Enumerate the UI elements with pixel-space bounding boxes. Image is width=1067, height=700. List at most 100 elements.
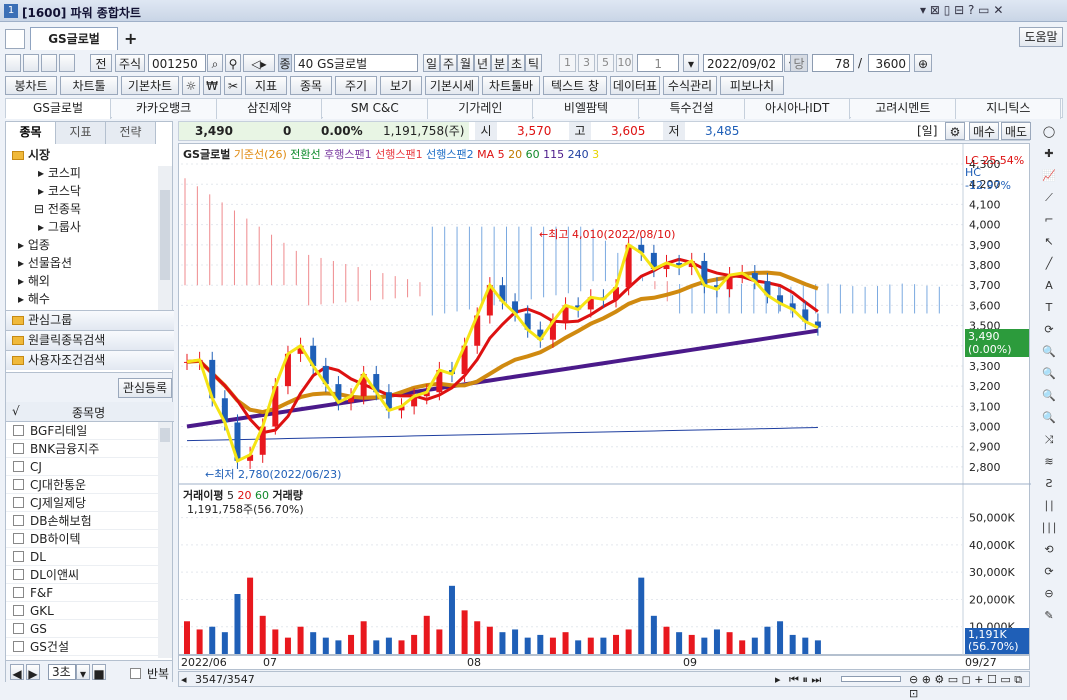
list-item[interactable]: F&F <box>6 584 158 602</box>
auto-icon[interactable]: A <box>1040 277 1058 295</box>
scroll-right-icon[interactable]: ▸ <box>775 673 781 686</box>
toolbar-item-3[interactable]: ☼ <box>182 76 200 95</box>
date-input[interactable]: 2022/09/02 <box>703 54 783 72</box>
cursor-icon[interactable]: ◯ <box>1040 123 1058 141</box>
scan-icon[interactable]: 🔍 <box>1040 409 1058 427</box>
tree-sector[interactable]: ▸ 업종 <box>18 236 50 254</box>
pen-icon[interactable]: ✎ <box>1040 607 1058 625</box>
stock-tab-2[interactable]: 삼진제약 <box>217 99 323 119</box>
period-week[interactable]: 주 <box>440 54 457 72</box>
toolbar-item-2[interactable]: 기본차트 <box>121 76 179 95</box>
checkbox[interactable] <box>13 479 24 490</box>
list-item[interactable]: DL이앤씨 <box>6 566 158 584</box>
tree-kosdaq[interactable]: ▸ 코스닥 <box>38 182 81 200</box>
buy-button[interactable]: 매수 <box>969 122 999 140</box>
stock-tab-1[interactable]: 카카오뱅크 <box>111 99 217 119</box>
repeat-checkbox[interactable]: 반복 <box>130 665 169 682</box>
tree-overseas[interactable]: ▸ 해외 <box>18 272 50 290</box>
sell-button[interactable]: 매도 <box>1001 122 1031 140</box>
stock-tab-8[interactable]: 고려시멘트 <box>850 99 956 119</box>
help-button[interactable]: 도움말 <box>1019 27 1063 47</box>
toolbar-item-6[interactable]: 지표 <box>245 76 287 95</box>
list-scrollbar[interactable] <box>158 422 172 658</box>
tree-all[interactable]: ⊟ 전종목 <box>34 200 81 218</box>
chart-panel[interactable]: 4,300 4,200 4,100 4,000 3,900 3,800 3,700 3,600… <box>178 143 1031 656</box>
period-year[interactable]: 년 <box>474 54 491 72</box>
group-user-search[interactable]: 사용자조건검색 <box>6 350 174 370</box>
stock-tab-5[interactable]: 비엘팜텍 <box>534 99 639 119</box>
jong-button[interactable]: 종 <box>278 54 292 72</box>
checkbox[interactable] <box>13 533 24 544</box>
list-item[interactable]: DB하이텍 <box>6 530 158 548</box>
mini-5[interactable]: 5 <box>597 54 614 72</box>
window-controls[interactable]: ▾ ⊠ ▯ ⊟ ? ▭ ✕ <box>920 3 1003 17</box>
tab-indicator[interactable]: 지표 <box>56 122 106 144</box>
tree-futures[interactable]: ▸ 선물옵션 <box>18 254 72 272</box>
mini-3[interactable]: 3 <box>578 54 595 72</box>
tree-scrollbar[interactable] <box>158 166 172 310</box>
next-button[interactable]: ▶ <box>26 664 40 681</box>
split-icon[interactable]: ⤨ <box>1040 431 1058 449</box>
zoom-out-icon[interactable]: ⊖ <box>1040 585 1058 603</box>
period-month[interactable]: 월 <box>457 54 474 72</box>
checkbox[interactable] <box>13 443 24 454</box>
count-input[interactable]: 78 <box>812 54 854 72</box>
prev-button[interactable]: ◀ <box>10 664 24 681</box>
unit-dropdown-icon[interactable]: ▾ <box>683 54 699 72</box>
list-item[interactable]: DB손해보험 <box>6 512 158 530</box>
stock-tab-4[interactable]: 기가레인 <box>428 99 534 119</box>
checkbox[interactable] <box>13 497 24 508</box>
tree-market[interactable]: 시장 <box>12 146 50 164</box>
list-item[interactable]: GKL <box>6 602 158 620</box>
toolbar-item-9[interactable]: 보기 <box>380 76 422 95</box>
search-zoom-icon[interactable]: 🔍 <box>1040 343 1058 361</box>
stock-tab-7[interactable]: 아시아나IDT <box>745 99 851 119</box>
checkbox[interactable] <box>130 668 141 679</box>
tree-group[interactable]: ▸ 그룹사 <box>38 218 81 236</box>
undo-icon[interactable]: ⟲ <box>1040 541 1058 559</box>
mini-1[interactable]: 1 <box>559 54 576 72</box>
mini-10[interactable]: 10 <box>616 54 633 72</box>
search-icon[interactable]: ⌕ <box>207 54 223 72</box>
bar-icon[interactable]: ∣∣ <box>1040 497 1058 515</box>
list-item[interactable]: BGF리테일 <box>6 422 158 440</box>
zoom-buttons[interactable]: ⊖ ⊕ ⚙ ▭ ◻ + ☐ ▭ ⧉ ⊡ <box>909 673 1029 700</box>
check-header[interactable]: √ <box>12 404 20 418</box>
rotate-icon[interactable]: ⟳ <box>1040 321 1058 339</box>
list-item[interactable]: GS건설 <box>6 638 158 656</box>
tab-menu-icon[interactable] <box>5 29 25 49</box>
analysis-icon[interactable]: 🔍 <box>1040 387 1058 405</box>
arrow-icon[interactable]: ↖ <box>1040 233 1058 251</box>
z-icon[interactable]: Ƨ <box>1040 475 1058 493</box>
toolbar-item-12[interactable]: 텍스트 창 <box>543 76 607 95</box>
list-item[interactable]: BNK금융지주 <box>6 440 158 458</box>
toolbar-item-1[interactable]: 차트툴 <box>60 76 118 95</box>
list-item[interactable]: GS <box>6 620 158 638</box>
stock-tab-0[interactable]: GS글로벌 <box>6 99 111 119</box>
checkbox[interactable] <box>13 515 24 526</box>
period-tick[interactable]: 틱 <box>525 54 542 72</box>
add-tab-button[interactable]: + <box>124 29 137 48</box>
checkbox[interactable] <box>13 641 24 652</box>
group-oneclick[interactable]: 원클릭종목검색 <box>6 330 174 350</box>
list-item[interactable]: CJ제일제당 <box>6 494 158 512</box>
period-minute[interactable]: 분 <box>491 54 508 72</box>
crosshair-icon[interactable]: ✚ <box>1040 145 1058 163</box>
angle-icon[interactable]: ⌐ <box>1040 211 1058 229</box>
speaker-icon[interactable]: ◁▸ <box>243 54 275 72</box>
wave-icon[interactable]: ≋ <box>1040 453 1058 471</box>
interval-select[interactable]: 3초 <box>48 664 76 680</box>
register-button[interactable]: 관심등록 <box>118 378 172 398</box>
toolbar-item-14[interactable]: 수식관리 <box>663 76 717 95</box>
zoom-slider[interactable] <box>841 676 901 682</box>
stop-button[interactable]: ■ <box>92 664 106 681</box>
checkbox[interactable] <box>13 569 24 580</box>
save-icon[interactable] <box>23 54 39 72</box>
tab-stock[interactable]: 종목 <box>6 122 56 144</box>
stock-tab-3[interactable]: SM C&C <box>322 99 428 119</box>
bars-icon[interactable]: ∣∣∣ <box>1040 519 1058 537</box>
checkbox[interactable] <box>13 551 24 562</box>
toolbar-item-5[interactable]: ✂ <box>224 76 242 95</box>
checkbox[interactable] <box>13 605 24 616</box>
tab-strategy[interactable]: 전략 <box>106 122 156 144</box>
